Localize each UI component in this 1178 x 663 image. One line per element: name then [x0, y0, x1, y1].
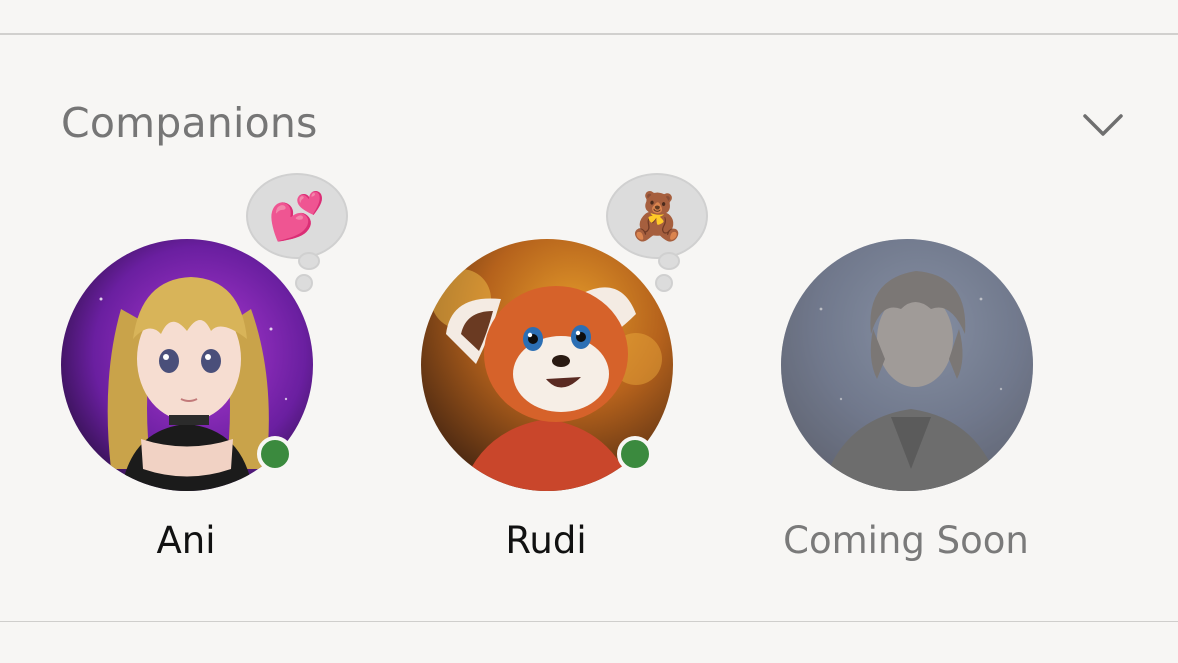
- companion-coming-soon: Coming Soon: [756, 172, 1056, 592]
- bottom-divider: [0, 621, 1178, 622]
- companion-rudi[interactable]: 🧸 Rudi: [396, 172, 708, 592]
- thought-bubble-dot: [655, 274, 673, 292]
- chevron-down-icon[interactable]: [1080, 106, 1126, 142]
- thought-bubble-dot: [295, 274, 313, 292]
- online-status-dot: [257, 436, 293, 472]
- thought-bubble-tail: [298, 252, 320, 270]
- hearts-icon: 💕: [268, 189, 326, 243]
- online-status-dot: [617, 436, 653, 472]
- companion-ani[interactable]: 💕 Ani: [36, 172, 348, 592]
- companion-name: Rudi: [505, 519, 587, 562]
- avatar: [781, 239, 1033, 491]
- companion-name: Coming Soon: [783, 519, 1029, 562]
- thought-bubble: 🧸: [606, 173, 708, 259]
- thought-bubble-tail: [658, 252, 680, 270]
- top-divider: [0, 33, 1178, 35]
- thought-bubble: 💕: [246, 173, 348, 259]
- teddy-bear-icon: 🧸: [628, 189, 686, 243]
- companion-name: Ani: [156, 519, 216, 562]
- section-title: Companions: [61, 99, 318, 147]
